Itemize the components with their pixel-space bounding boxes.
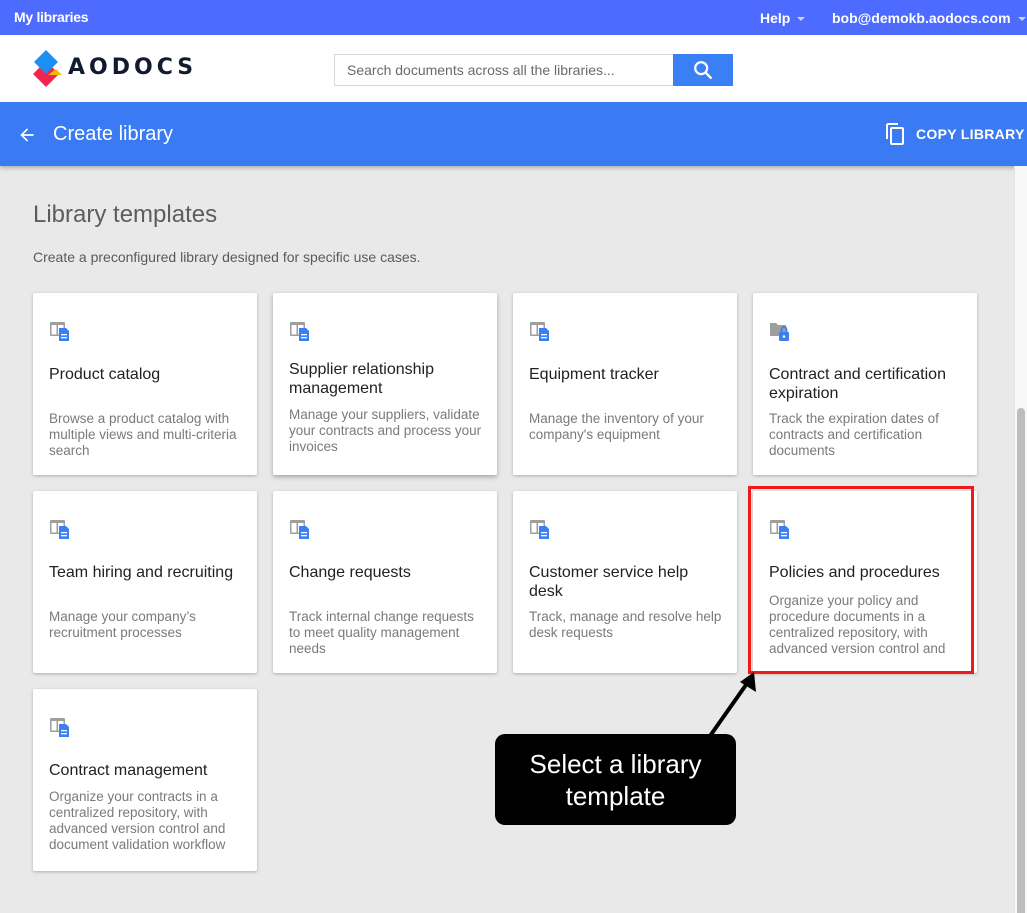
library-document-icon: [290, 520, 309, 539]
template-card-team-hiring-recruiting[interactable]: Team hiring and recruiting Manage your c…: [33, 491, 257, 673]
aodocs-logo-icon: [33, 50, 62, 87]
chevron-down-icon: [797, 17, 806, 21]
template-name: Product catalog: [49, 366, 161, 383]
top-bar: My libraries Help bob@demokb.aodocs.com: [0, 0, 1027, 35]
annotation-arrow-icon: [708, 672, 756, 738]
help-label: Help: [760, 10, 791, 26]
library-document-icon: [530, 520, 549, 539]
library-document-icon: [50, 520, 69, 539]
search-button[interactable]: [673, 54, 733, 86]
template-card-product-catalog[interactable]: Product catalog Browse a product catalog…: [33, 293, 257, 475]
template-name: Contract management: [49, 762, 208, 779]
arrow-left-icon: [20, 128, 34, 142]
template-name: Contract and certification expiration: [769, 366, 946, 402]
section-title: Library templates: [33, 201, 218, 228]
template-name: Policies and procedures: [769, 564, 940, 581]
page-title: Create library: [53, 123, 174, 145]
user-menu[interactable]: bob@demokb.aodocs.com: [832, 10, 1026, 26]
template-description: Track internal change requests to meet q…: [289, 609, 474, 656]
page-toolbar: Create library COPY LIBRARY: [0, 102, 1027, 166]
section-subtitle: Create a preconfigured library designed …: [33, 249, 421, 265]
template-name: Equipment tracker: [529, 366, 659, 383]
app-header: AODOCS: [0, 35, 1027, 102]
back-button[interactable]: [14, 122, 40, 148]
scrollbar-thumb[interactable]: [1017, 408, 1025, 913]
search-bar: [334, 54, 733, 86]
library-document-icon: [290, 322, 309, 341]
copy-library-button[interactable]: COPY LIBRARY: [884, 122, 1025, 146]
aodocs-logo[interactable]: AODOCS: [30, 45, 193, 93]
template-card-change-requests[interactable]: Change requests Track internal change re…: [273, 491, 497, 673]
template-card-equipment-tracker[interactable]: Equipment tracker Manage the inventory o…: [513, 293, 737, 475]
template-description: Manage your company’s recruitment proces…: [49, 609, 196, 640]
chevron-down-icon: [1017, 17, 1026, 21]
template-name: Supplier relationship management: [289, 361, 434, 397]
template-description: Track the expiration dates of contracts …: [769, 411, 939, 458]
template-card-supplier-relationship-management[interactable]: Supplier relationship management Manage …: [273, 293, 497, 475]
library-document-icon: [770, 520, 789, 539]
library-document-icon: [50, 718, 69, 737]
library-document-icon: [530, 322, 549, 341]
library-document-icon: [50, 322, 69, 341]
template-description: Organize your contracts in a centralized…: [49, 789, 226, 852]
template-description: Browse a product catalog with multiple v…: [49, 411, 237, 458]
template-name: Change requests: [289, 564, 411, 581]
logo-text: AODOCS: [68, 55, 198, 80]
template-card-contract-management[interactable]: Contract management Organize your contra…: [33, 689, 257, 871]
annotation-callout: Select a library template: [495, 734, 736, 825]
template-name: Customer service help desk: [529, 564, 689, 600]
user-email: bob@demokb.aodocs.com: [832, 10, 1011, 26]
template-card-policies-procedures[interactable]: Policies and procedures Organize your po…: [753, 491, 977, 673]
template-name: Team hiring and recruiting: [49, 564, 234, 581]
template-description: Track, manage and resolve help desk requ…: [529, 609, 722, 640]
template-description: Organize your policy and procedure docum…: [769, 593, 946, 656]
copy-icon: [886, 123, 904, 145]
template-card-contract-certification-expiration[interactable]: Contract and certification expiration Tr…: [753, 293, 977, 475]
template-description: Manage your suppliers, validate your con…: [289, 407, 482, 454]
search-icon: [694, 61, 712, 79]
template-description: Manage the inventory of your company's e…: [529, 411, 704, 442]
help-menu[interactable]: Help: [760, 10, 806, 26]
search-input[interactable]: [334, 54, 673, 86]
my-libraries-link[interactable]: My libraries: [14, 9, 89, 25]
secure-folder-icon: [770, 323, 789, 341]
template-card-customer-service-help-desk[interactable]: Customer service help desk Track, manage…: [513, 491, 737, 673]
copy-library-label: COPY LIBRARY: [916, 126, 1025, 142]
